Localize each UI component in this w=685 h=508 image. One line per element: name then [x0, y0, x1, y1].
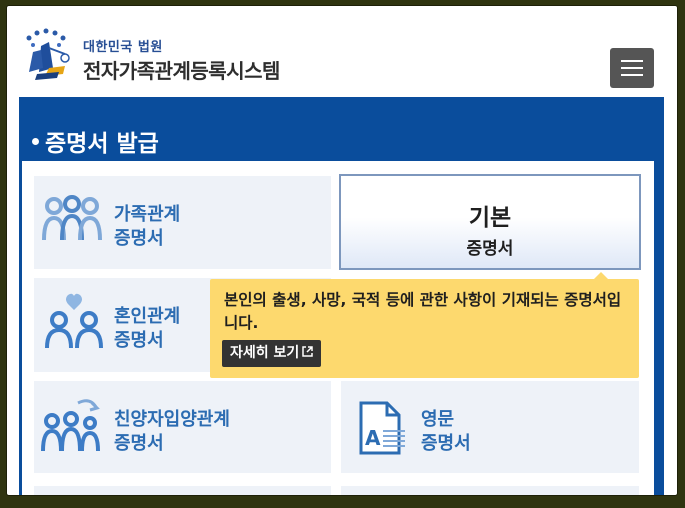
view-details-button[interactable]: 자세히 보기	[222, 340, 322, 367]
svg-text:A: A	[365, 426, 381, 450]
card-label-line1: 혼인관계	[114, 306, 181, 327]
adoption-icon	[41, 399, 100, 452]
card-label-line2: 증명서	[466, 239, 514, 259]
browser-frame: 대한민국 법원 전자가족관계등록시스템 증명서 발급 가족관계 증명서 기본 증…	[7, 6, 677, 495]
card-partial[interactable]	[341, 486, 639, 495]
card-partial[interactable]	[34, 486, 331, 495]
view-details-label: 자세히 보기	[230, 345, 300, 361]
section-title-text: 증명서 발급	[45, 131, 159, 157]
card-family-relation[interactable]: 가족관계 증명서	[34, 176, 331, 269]
site-header: 대한민국 법원 전자가족관계등록시스템	[7, 6, 677, 98]
external-link-icon	[302, 340, 314, 367]
card-label-line1: 가족관계	[114, 204, 181, 225]
family-icon	[42, 195, 102, 241]
tooltip-text: 본인의 출생, 사망, 국적 등에 관한 사항이 기재되는 증명서입니다.	[224, 291, 622, 332]
hamburger-line	[621, 74, 643, 76]
system-name[interactable]: 전자가족관계등록시스템	[83, 55, 280, 84]
card-english[interactable]: A 영문 증명서	[341, 381, 639, 473]
court-name: 대한민국 법원	[83, 40, 163, 55]
court-logo-icon[interactable]	[19, 28, 79, 88]
hamburger-line	[621, 67, 643, 69]
card-basic-selected[interactable]: 기본 증명서	[339, 174, 641, 270]
couple-heart-icon	[45, 293, 103, 349]
hamburger-menu-icon	[621, 60, 643, 62]
card-label-line1: 기본	[468, 205, 512, 231]
bullet-icon	[32, 138, 39, 145]
card-label-line2: 증명서	[421, 433, 471, 454]
cut-off-card-row	[34, 482, 639, 495]
hamburger-menu-button[interactable]	[610, 48, 654, 88]
card-label-line2: 증명서	[114, 330, 164, 351]
card-label-line1: 친양자입양관계	[114, 409, 230, 430]
card-label-line2: 증명서	[114, 228, 164, 249]
basic-certificate-tooltip: 본인의 출생, 사망, 국적 등에 관한 사항이 기재되는 증명서입니다. 자세…	[210, 279, 639, 378]
section-title: 증명서 발급	[32, 124, 159, 158]
card-label-line1: 영문	[421, 409, 455, 430]
english-document-icon: A	[359, 401, 405, 455]
card-label-line2: 증명서	[114, 433, 164, 454]
card-full-adoption-relation[interactable]: 친양자입양관계 증명서	[34, 381, 331, 473]
